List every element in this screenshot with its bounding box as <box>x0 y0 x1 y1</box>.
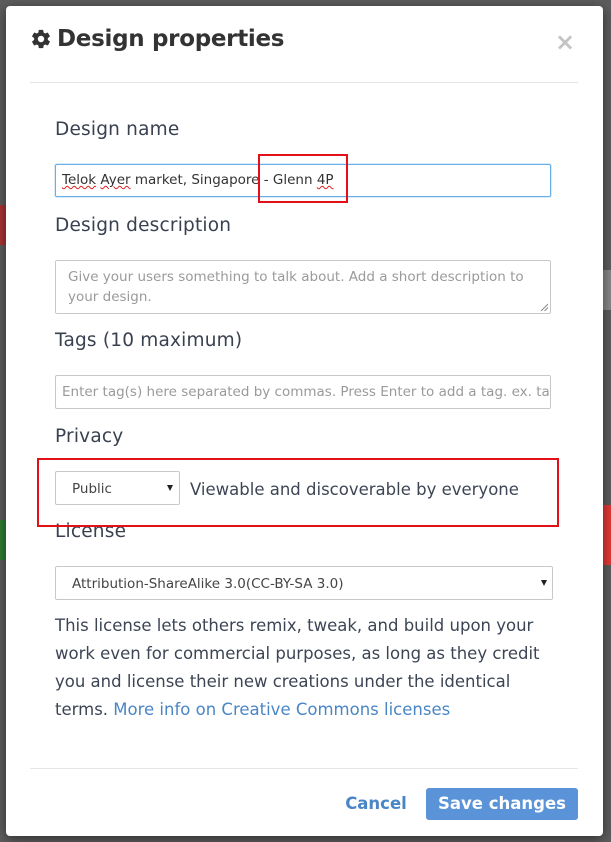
tags-input[interactable]: Enter tag(s) here separated by commas. P… <box>55 375 551 409</box>
design-properties-dialog: Design properties × Design name Telok Ay… <box>6 6 603 836</box>
annotation-box-name <box>258 154 348 203</box>
design-description-label: Design description <box>55 215 232 236</box>
description-placeholder: Give your users something to talk about.… <box>68 269 524 305</box>
license-select[interactable]: Attribution-ShareAlike 3.0(CC-BY-SA 3.0) <box>55 566 553 600</box>
annotation-box-privacy <box>37 458 559 527</box>
background-fragment <box>603 505 611 565</box>
dialog-title-text: Design properties <box>57 26 285 52</box>
name-word-misspelled: Ayer <box>100 172 131 188</box>
close-icon[interactable]: × <box>555 30 575 54</box>
tags-placeholder: Enter tag(s) here separated by commas. P… <box>62 384 550 400</box>
dialog-header: Design properties × <box>6 6 603 82</box>
resize-grip-icon[interactable] <box>540 303 548 311</box>
tags-label: Tags (10 maximum) <box>55 330 243 351</box>
dialog-title: Design properties <box>30 26 285 52</box>
license-selected-value: Attribution-ShareAlike 3.0(CC-BY-SA 3.0) <box>72 576 344 592</box>
cancel-button[interactable]: Cancel <box>336 791 416 817</box>
license-description: This license lets others remix, tweak, a… <box>55 612 555 724</box>
save-changes-button[interactable]: Save changes <box>426 788 578 820</box>
background-fragment <box>603 270 611 310</box>
design-name-label: Design name <box>55 119 180 140</box>
footer-divider <box>30 768 578 769</box>
name-word-misspelled: Telok <box>62 172 97 188</box>
dropdown-caret-icon <box>541 580 547 586</box>
privacy-label: Privacy <box>55 426 124 447</box>
creative-commons-link[interactable]: More info on Creative Commons licenses <box>113 700 450 719</box>
gear-icon <box>32 29 50 49</box>
header-divider <box>30 82 578 83</box>
design-description-textarea[interactable]: Give your users something to talk about.… <box>55 260 551 314</box>
